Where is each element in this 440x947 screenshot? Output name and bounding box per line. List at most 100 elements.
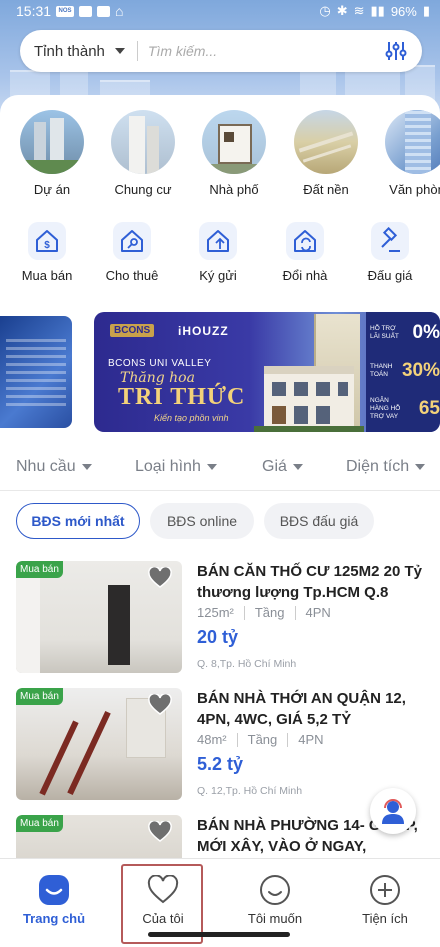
- filter-sliders-icon[interactable]: [384, 39, 408, 63]
- offer-text: HỖ TRỢ LÃI SUẤT: [370, 325, 399, 340]
- tab-online[interactable]: BĐS online: [150, 503, 254, 539]
- divider: [236, 732, 238, 747]
- search-bar: Tỉnh thành Tìm kiếm...: [20, 30, 422, 72]
- listing-floor: Tầng: [247, 732, 278, 747]
- category-row: Dự án Chung cư Nhà phố Đất nền Văn phòn: [0, 110, 440, 200]
- service-label: Đổi nhà: [282, 268, 328, 283]
- chevron-down-icon: [114, 48, 125, 54]
- category-label: Nhà phố: [209, 182, 259, 197]
- service-cho-thue[interactable]: Cho thuê: [92, 222, 172, 283]
- home-smile-icon: [37, 873, 71, 907]
- province-dropdown[interactable]: Tỉnh thành: [34, 43, 125, 60]
- listing-image: Mua bán: [16, 815, 182, 858]
- category-chung-cu[interactable]: Chung cư: [98, 110, 188, 197]
- heart-icon[interactable]: [148, 694, 172, 716]
- offer-text: THANH TOÁN: [370, 363, 393, 378]
- listing-location: Q. 12,Tp. Hồ Chí Minh: [197, 785, 303, 797]
- promo-banner[interactable]: BCONS iHOUZZ BCONS UNI VALLEY Thăng hoa …: [94, 312, 440, 432]
- listing-tabs: BĐS mới nhất BĐS online BĐS đấu giá: [0, 503, 440, 541]
- service-ky-gui[interactable]: Ký gửi: [178, 222, 258, 283]
- listing-item[interactable]: Mua bán BÁN NHÀ THỚI AN QUẬN 12, 4PN, 4W…: [0, 688, 440, 806]
- carrier-badge-icon: NOS: [56, 5, 75, 17]
- category-image: [385, 110, 440, 174]
- divider: [243, 605, 245, 620]
- heart-icon[interactable]: [148, 567, 172, 589]
- listing-price: 20 tỷ: [197, 627, 239, 647]
- divider: [294, 605, 296, 620]
- category-image: [20, 110, 84, 174]
- listing-rooms: 4PN: [298, 732, 324, 747]
- category-label: Đất nền: [303, 182, 349, 197]
- listing-title: BÁN NHÀ THỚI AN QUẬN 12, 4PN, 4WC, GIÁ 5…: [197, 690, 406, 728]
- filter-type[interactable]: Loại hình: [135, 458, 217, 476]
- listing-rooms: 4PN: [305, 605, 331, 620]
- category-image: [111, 110, 175, 174]
- banner-headline: TRI THỨC: [118, 384, 246, 410]
- battery-icon: ▮: [422, 3, 430, 18]
- service-doi-nha[interactable]: Đổi nhà: [265, 222, 345, 283]
- banner-previous[interactable]: [0, 316, 72, 428]
- offer-value: 65: [418, 398, 440, 419]
- chevron-down-icon: [415, 464, 426, 470]
- search-input[interactable]: Tìm kiếm...: [148, 43, 384, 59]
- home-notification-icon: ⌂: [115, 3, 124, 19]
- support-agent-icon: [382, 799, 404, 824]
- filter-label: Nhu cầu: [16, 458, 76, 475]
- banner-offer: NGÂN HÀNG HỖ TRỢ VAY 65: [370, 394, 440, 424]
- nav-label: Tiện ích: [362, 911, 408, 926]
- service-label: Mua bán: [21, 268, 73, 283]
- nav-label: Trang chủ: [22, 911, 86, 926]
- filter-label: Diện tích: [346, 458, 410, 475]
- service-row: $ Mua bán Cho thuê Ký gửi Đổi nhà Đấu gi…: [0, 222, 440, 292]
- service-label: Cho thuê: [105, 268, 159, 283]
- listing-tag: Mua bán: [16, 561, 63, 578]
- filter-label: Loại hình: [135, 458, 201, 475]
- service-mua-ban[interactable]: $ Mua bán: [7, 222, 87, 283]
- chevron-down-icon: [206, 464, 217, 470]
- service-label: Ký gửi: [199, 268, 237, 283]
- listing-image: Mua bán: [16, 688, 182, 800]
- house-key-icon: [113, 222, 151, 260]
- banner-offer-panel: HỖ TRỢ LÃI SUẤT 0% THANH TOÁN 30% NGÂN H…: [366, 312, 440, 432]
- chevron-down-icon: [81, 464, 92, 470]
- offer-value: 0%: [412, 322, 440, 343]
- category-label: Văn phòn: [389, 182, 440, 197]
- listing-item[interactable]: Mua bán BÁN CĂN THỐ CƯ 125M2 20 Tỷ thươn…: [0, 561, 440, 679]
- category-image: [294, 110, 358, 174]
- filter-area[interactable]: Diện tích: [346, 458, 426, 476]
- service-dau-gia[interactable]: Đấu giá: [350, 222, 430, 283]
- service-label: Đấu giá: [367, 268, 413, 283]
- category-label: Dự án: [33, 182, 71, 197]
- status-time: 15:31: [16, 3, 52, 19]
- category-label: Chung cư: [114, 182, 172, 197]
- tab-newest[interactable]: BĐS mới nhất: [16, 503, 140, 539]
- signal-icon: ▮▮: [370, 3, 385, 18]
- nav-home[interactable]: Trang chủ: [9, 873, 99, 926]
- offer-value: 30%: [401, 360, 440, 381]
- banner-offer: THANH TOÁN 30%: [370, 356, 440, 386]
- listing-area: 48m²: [197, 732, 227, 747]
- nav-want[interactable]: Tôi muốn: [230, 873, 320, 926]
- listing-meta: 48m² Tầng 4PN: [197, 732, 324, 747]
- status-bar: 15:31 NOS ⌂ ◷ ✱ ≋ ▮▮ 96% ▮: [0, 0, 440, 22]
- listing-tag: Mua bán: [16, 815, 63, 832]
- category-van-phong[interactable]: Văn phòn: [372, 110, 440, 197]
- support-chat-button[interactable]: [370, 788, 416, 834]
- nav-utilities[interactable]: Tiện ích: [340, 873, 430, 926]
- banner-project: BCONS UNI VALLEY: [108, 358, 212, 369]
- category-du-an[interactable]: Dự án: [7, 110, 97, 197]
- battery-level: 96%: [390, 3, 417, 19]
- heart-icon[interactable]: [148, 821, 172, 843]
- gesture-home-bar[interactable]: [148, 932, 290, 937]
- auction-gavel-icon: [371, 222, 409, 260]
- listing-tag: Mua bán: [16, 688, 63, 705]
- chevron-down-icon: [292, 464, 303, 470]
- category-nha-pho[interactable]: Nhà phố: [189, 110, 279, 197]
- house-upload-icon: [199, 222, 237, 260]
- filter-label: Giá: [262, 458, 287, 475]
- filter-need[interactable]: Nhu cầu: [16, 458, 92, 476]
- tab-auction[interactable]: BĐS đấu giá: [264, 503, 374, 539]
- category-dat-nen[interactable]: Đất nền: [281, 110, 371, 197]
- offer-text: NGÂN HÀNG HỖ TRỢ VAY: [370, 397, 401, 420]
- filter-price[interactable]: Giá: [262, 458, 303, 476]
